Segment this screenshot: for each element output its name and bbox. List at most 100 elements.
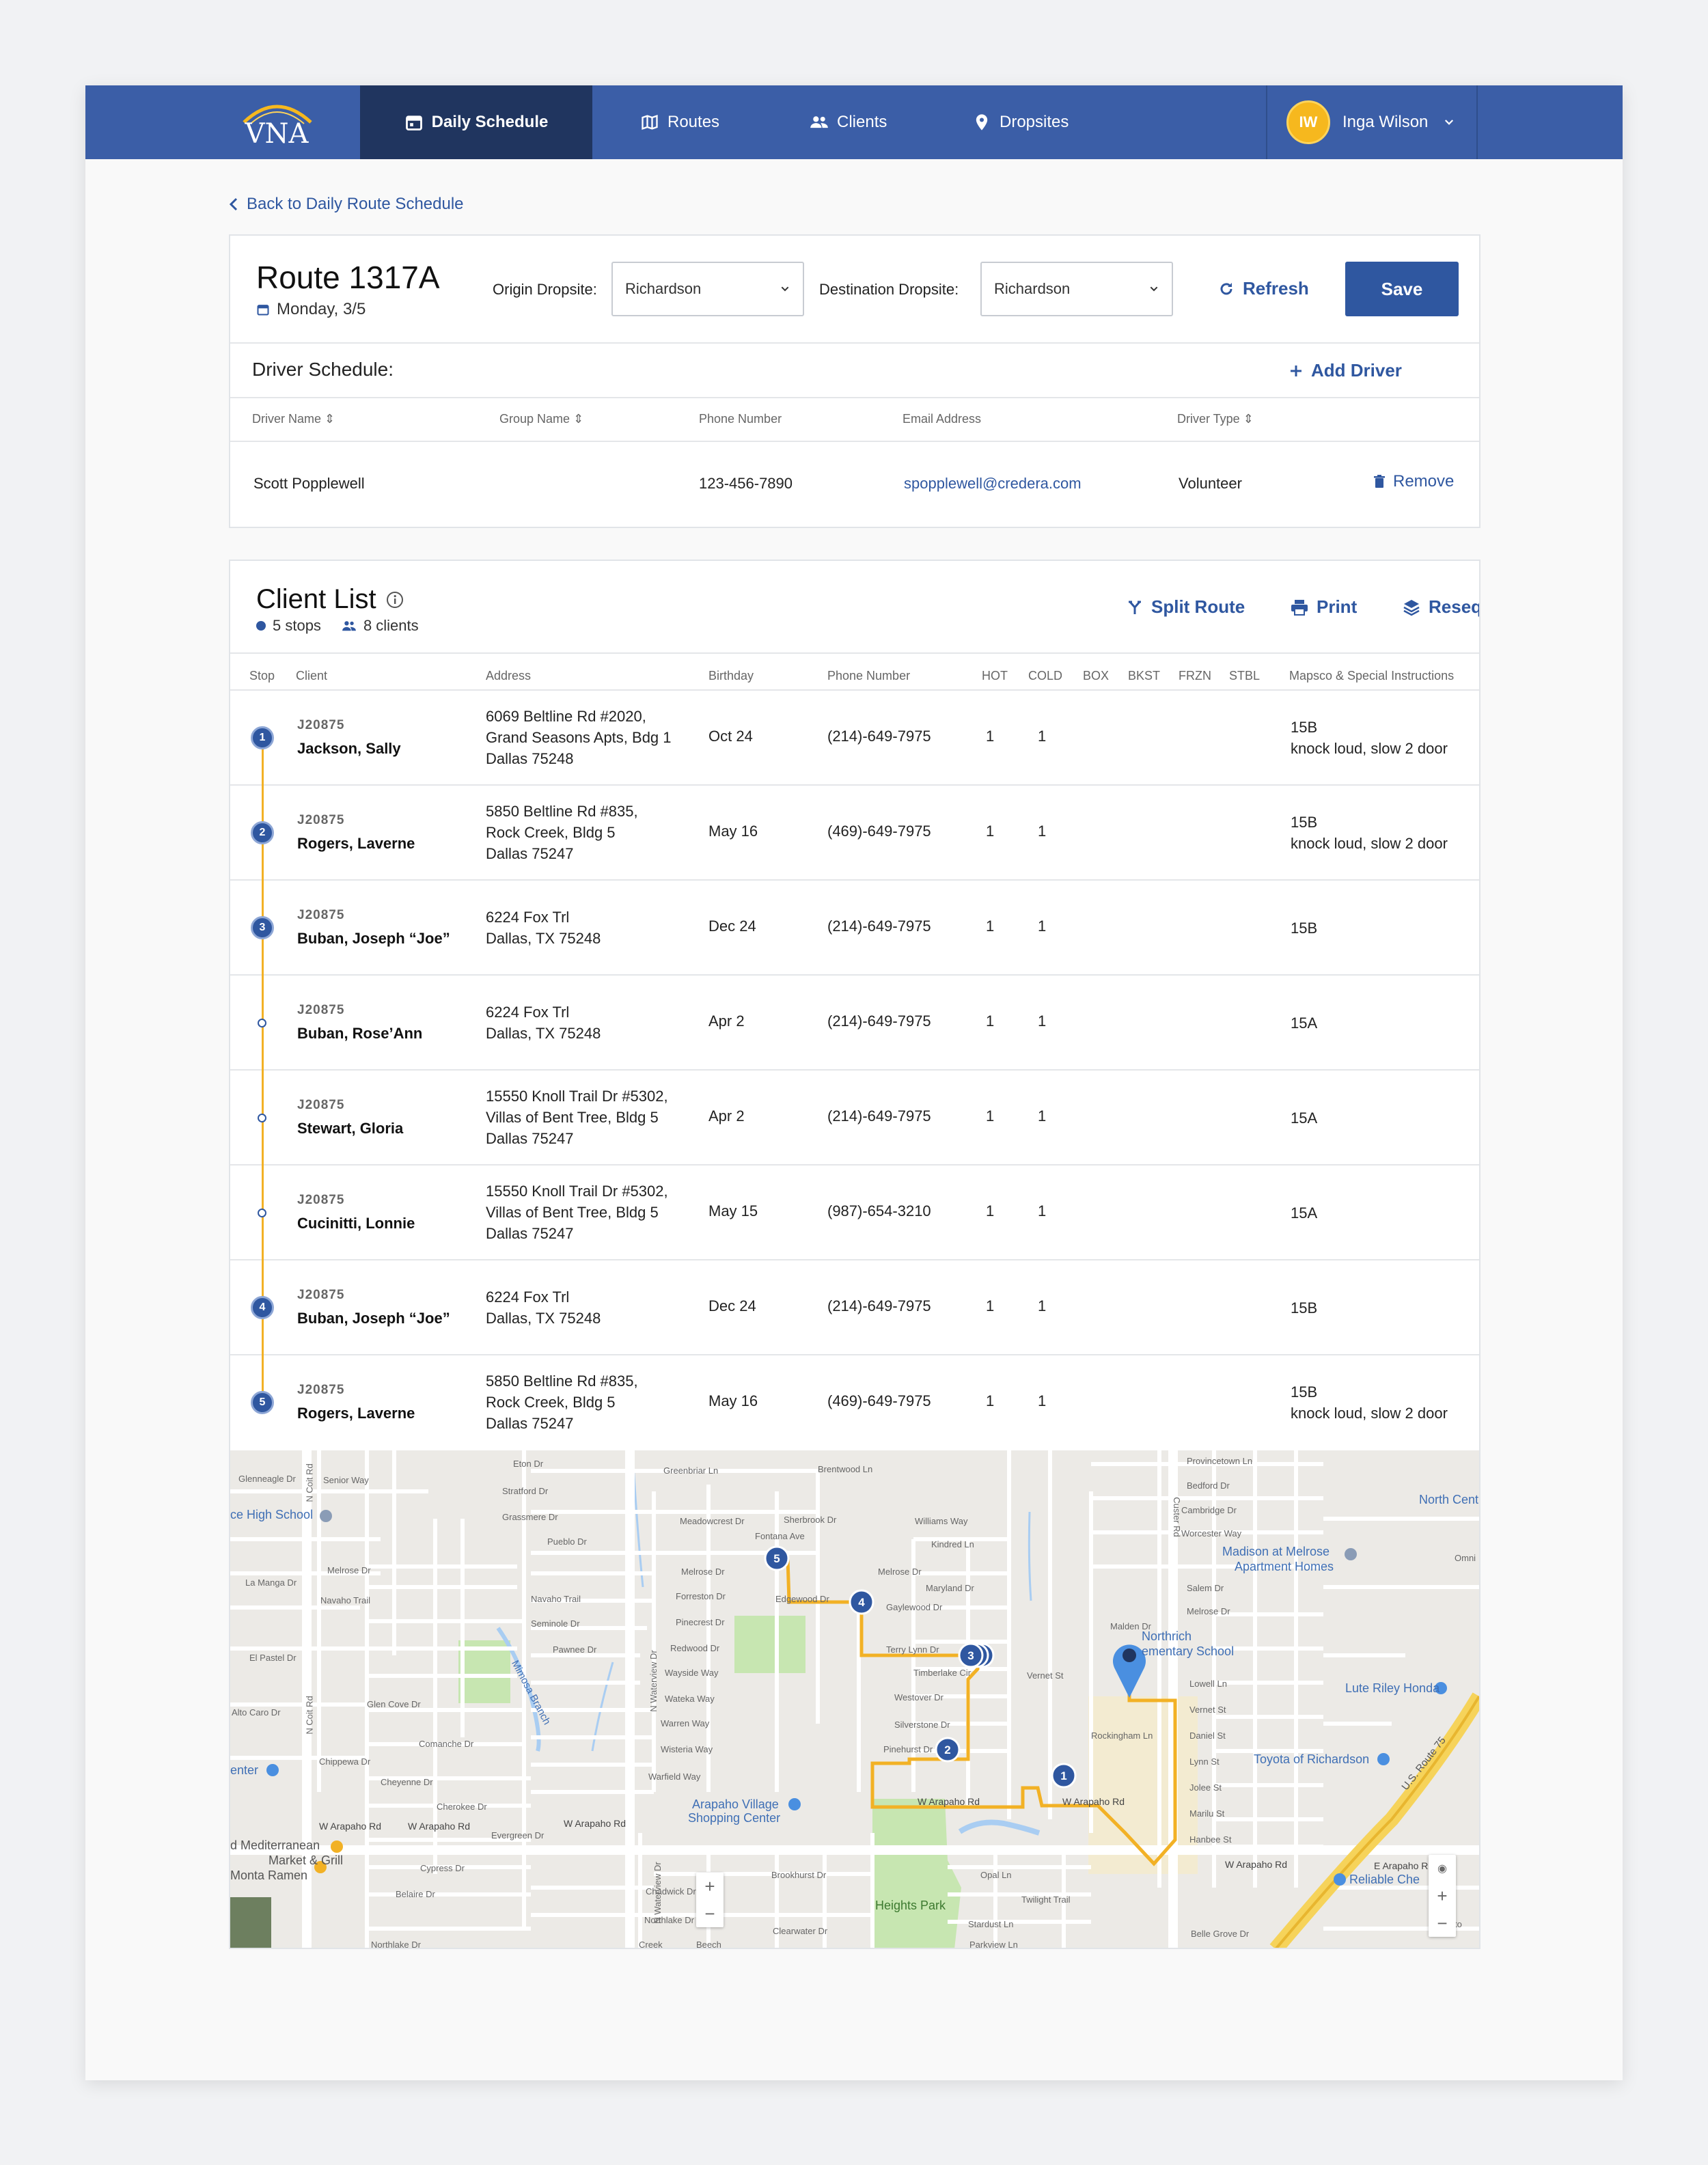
refresh-label: Refresh	[1243, 278, 1309, 299]
poi-shopping-center: Shopping Center	[688, 1811, 781, 1825]
client-address: 6224 Fox Trl Dallas, TX 75248	[486, 1286, 601, 1329]
client-name[interactable]: Stewart, Gloria	[297, 1120, 403, 1137]
col-driver-name[interactable]: Driver Name ⇕	[252, 412, 335, 426]
refresh-button[interactable]: Refresh	[1218, 278, 1309, 299]
refresh-icon	[1220, 282, 1232, 294]
nav-daily-schedule[interactable]: Daily Schedule	[360, 85, 592, 159]
poi-arapaho-village[interactable]: Arapaho Village	[692, 1797, 779, 1812]
client-cold: 1	[1038, 1202, 1047, 1219]
col-group-name[interactable]: Group Name ⇕	[499, 412, 583, 426]
poi-monta-ramen[interactable]: Monta Ramen	[230, 1868, 307, 1883]
resequence-button[interactable]: Resequence	[1403, 596, 1480, 618]
col-stop: Stop	[249, 669, 275, 682]
back-link[interactable]: Back to Daily Route Schedule	[229, 195, 464, 214]
zoom-in-button[interactable]: +	[1429, 1882, 1456, 1909]
street-beech: Beech	[696, 1940, 721, 1949]
poi-toyota[interactable]: Toyota of Richardson	[1254, 1752, 1369, 1767]
street-marilu: Marilu St	[1189, 1808, 1225, 1819]
address-line: Dallas 75248	[486, 750, 574, 767]
poi-northrich[interactable]: Northrich	[1142, 1629, 1192, 1644]
table-row[interactable]: J20875 Stewart, Gloria 15550 Knoll Trail D…	[230, 1069, 1479, 1164]
table-row[interactable]: 5 J20875 Rogers, Laverne 5850 Beltline Rd #…	[230, 1354, 1479, 1449]
destination-dropsite-value: Richardson	[994, 280, 1071, 297]
street-pinehurst: Pinehurst Dr	[883, 1744, 933, 1754]
street-evergreen: Evergreen Dr	[491, 1830, 545, 1840]
table-row[interactable]: J20875 Buban, Rose’Ann 6224 Fox Trl Dallas,…	[230, 974, 1479, 1069]
info-icon[interactable]	[386, 591, 404, 609]
client-name[interactable]: Rogers, Laverne	[297, 835, 415, 853]
street-w-arapaho-3: W Arapaho Rd	[564, 1818, 626, 1829]
col-driver-type[interactable]: Driver Type ⇕	[1177, 412, 1254, 426]
street-creek: Creek	[639, 1940, 663, 1949]
poi-north-central[interactable]: North Cent	[1419, 1493, 1478, 1507]
poi-lute-riley[interactable]: Lute Riley Honda	[1345, 1681, 1440, 1696]
split-route-button[interactable]: Split Route	[1127, 596, 1245, 618]
route-map[interactable]: 5 4 3 2 1 ce High School North Cent Madi…	[230, 1450, 1479, 1949]
street-stardust: Stardust Ln	[968, 1919, 1014, 1929]
user-menu[interactable]: IW Inga Wilson	[1266, 85, 1478, 159]
table-row[interactable]: 4 J20875 Buban, Joseph “Joe” 6224 Fox Trl Da…	[230, 1259, 1479, 1354]
people-icon	[342, 621, 356, 631]
address-line: 6224 Fox Trl	[486, 1004, 570, 1021]
street-brookhurst: Brookhurst Dr	[771, 1870, 827, 1880]
nav-routes[interactable]: Routes	[640, 85, 719, 159]
client-name[interactable]: Buban, Rose’Ann	[297, 1025, 422, 1043]
address-line: Grand Seasons Apts, Bdg 1	[486, 729, 672, 746]
destination-dropsite-select[interactable]: Richardson	[980, 262, 1173, 316]
driver-email-link[interactable]: spopplewell@credera.com	[904, 475, 1082, 493]
poi-enter: enter	[230, 1763, 259, 1777]
client-name[interactable]: Cucinitti, Lonnie	[297, 1215, 415, 1232]
col-phone-number: Phone Number	[699, 412, 782, 426]
resequence-label: Resequence	[1429, 596, 1480, 617]
driver-phone: 123-456-7890	[699, 475, 793, 492]
client-mapsco: 15B knock loud, slow 2 door	[1291, 717, 1448, 759]
origin-dropsite-select[interactable]: Richardson	[611, 262, 804, 316]
chevron-left-icon	[229, 197, 238, 211]
poi-madison[interactable]: Madison at Melrose	[1222, 1545, 1330, 1559]
street-lynn: Lynn St	[1189, 1756, 1220, 1767]
client-name[interactable]: Jackson, Sally	[297, 740, 401, 758]
street-wateka: Wateka Way	[665, 1694, 715, 1704]
client-name[interactable]: Buban, Joseph “Joe”	[297, 930, 450, 948]
client-mapsco: 15B	[1291, 1297, 1317, 1319]
table-row[interactable]: 3 J20875 Buban, Joseph “Joe” 6224 Fox Trl Da…	[230, 879, 1479, 974]
street-navaho-2: Navaho Trail	[531, 1594, 581, 1604]
my-location-icon[interactable]: ◉	[1429, 1855, 1456, 1882]
add-driver-button[interactable]: Add Driver	[1289, 360, 1402, 381]
vna-logo[interactable]: VNA	[234, 95, 319, 150]
stop-dot-icon	[256, 621, 266, 631]
address-line: Rock Creek, Bldg 5	[486, 1394, 616, 1411]
address-line: Dallas 75247	[486, 1130, 574, 1147]
street-cambridge: Cambridge Dr	[1181, 1505, 1237, 1515]
save-button[interactable]: Save	[1345, 262, 1459, 316]
mapsco-code: 15B	[1291, 1299, 1318, 1316]
zoom-in-button[interactable]: +	[696, 1873, 724, 1900]
client-name[interactable]: Rogers, Laverne	[297, 1405, 415, 1422]
stops-count: 5 stops	[273, 617, 321, 634]
street-grassmere: Grassmere Dr	[502, 1512, 558, 1522]
street-la-manga: La Manga Dr	[245, 1577, 297, 1588]
table-row[interactable]: 1 J20875 Jackson, Sally 6069 Beltline Rd #2…	[230, 689, 1479, 784]
poi-heights-park[interactable]: Heights Park	[875, 1899, 946, 1913]
client-list-title: Client List	[256, 584, 376, 614]
street-w-arapaho-5: W Arapaho Rd	[319, 1821, 382, 1832]
poi-high-school[interactable]: ce High School	[230, 1508, 313, 1522]
street-seminole: Seminole Dr	[531, 1618, 580, 1629]
nav-clients[interactable]: Clients	[810, 85, 887, 159]
client-id: J20875	[297, 1383, 345, 1397]
origin-dropsite-label: Origin Dropsite:	[493, 281, 597, 298]
client-name[interactable]: Buban, Joseph “Joe”	[297, 1310, 450, 1327]
street-alto-caro: Alto Caro Dr	[232, 1707, 281, 1718]
table-row[interactable]: J20875 Cucinitti, Lonnie 15550 Knoll Trail…	[230, 1164, 1479, 1259]
poi-mediterranean[interactable]: d Mediterranean	[230, 1838, 320, 1853]
print-button[interactable]: Print	[1291, 596, 1357, 618]
trash-icon	[1374, 475, 1385, 488]
poi-reliable[interactable]: Reliable Che	[1349, 1873, 1420, 1887]
table-row[interactable]: 2 J20875 Rogers, Laverne 5850 Beltline Rd #…	[230, 784, 1479, 879]
street-parkview: Parkview Ln	[969, 1940, 1018, 1949]
zoom-out-button[interactable]: −	[696, 1900, 724, 1927]
street-cypress: Cypress Dr	[420, 1863, 465, 1873]
zoom-out-button[interactable]: −	[1429, 1909, 1456, 1937]
nav-dropsites[interactable]: Dropsites	[972, 85, 1069, 159]
remove-driver-button[interactable]: Remove	[1374, 472, 1454, 491]
